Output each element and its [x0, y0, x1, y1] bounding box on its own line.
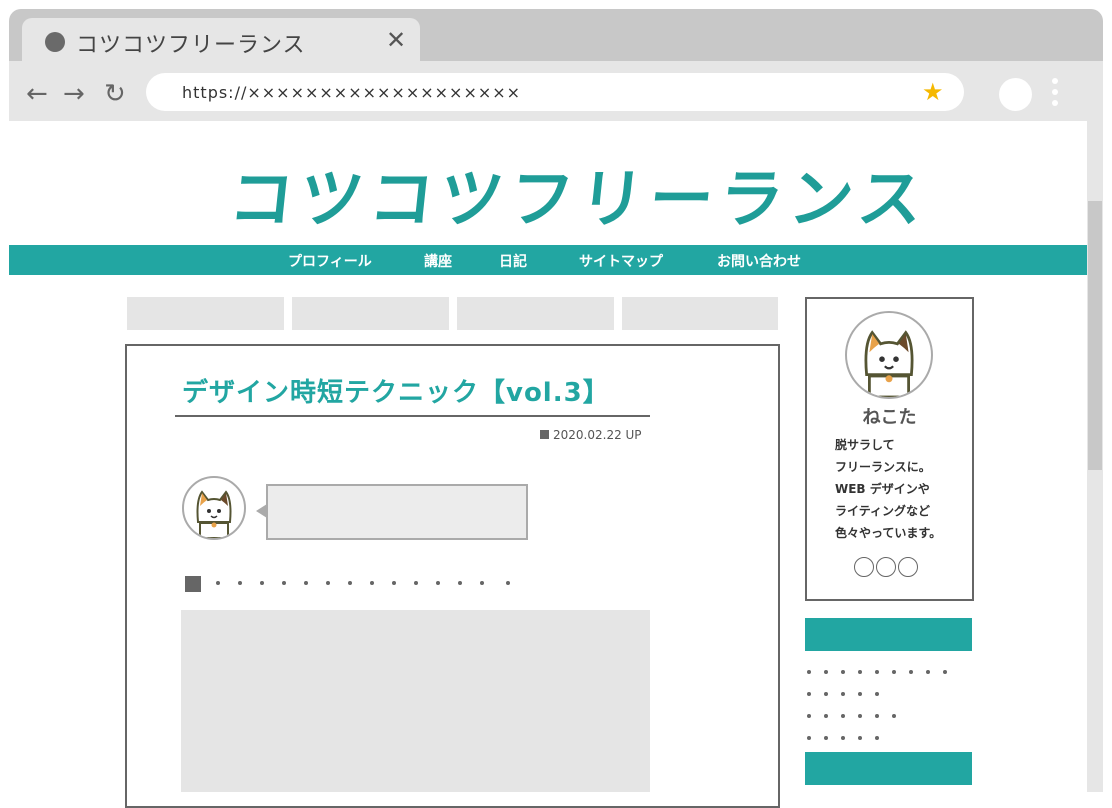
article-title: デザイン時短テクニック【vol.3】: [182, 378, 610, 408]
circle-icon[interactable]: [876, 557, 896, 577]
sidebar-dots-line: [807, 692, 887, 696]
forward-arrow-icon[interactable]: →: [63, 79, 85, 109]
nav-item-contact[interactable]: お問い合わせ: [717, 251, 801, 271]
circle-icon[interactable]: [854, 557, 874, 577]
article-image-placeholder: [181, 610, 650, 792]
cat-avatar-icon: [845, 311, 933, 399]
reload-icon[interactable]: ↻: [104, 79, 126, 109]
sidebar-dots-line: [807, 736, 887, 740]
nav-item-diary[interactable]: 日記: [499, 251, 527, 271]
sidebar-widget-header: [805, 752, 972, 785]
bio-line: 色々やっています。: [835, 526, 942, 540]
sidebar-widget-header: [805, 618, 972, 651]
profile-name: ねこた: [862, 407, 917, 428]
article-date: 2020.02.22 UP: [540, 428, 642, 442]
category-block[interactable]: [457, 297, 614, 330]
site-logo[interactable]: コツコツフリーランス: [225, 148, 933, 240]
category-block[interactable]: [292, 297, 449, 330]
cat-avatar-icon: [182, 476, 246, 540]
sidebar-dots-line: [807, 714, 907, 718]
profile-icon[interactable]: [999, 78, 1032, 111]
url-text: https://×××××××××××××××××××: [182, 83, 522, 102]
nav-item-sitemap[interactable]: サイトマップ: [579, 251, 663, 271]
tab-title: コツコツフリーランス: [76, 33, 306, 58]
global-nav: [9, 245, 1087, 275]
menu-kebab-icon[interactable]: [1052, 78, 1060, 111]
bio-line: フリーランスに。: [835, 460, 931, 474]
nav-item-profile[interactable]: プロフィール: [288, 251, 372, 271]
bookmark-star-icon[interactable]: ★: [922, 79, 944, 105]
circle-icon[interactable]: [898, 557, 918, 577]
back-arrow-icon[interactable]: ←: [26, 79, 48, 109]
scrollbar-thumb[interactable]: [1088, 201, 1102, 470]
category-block[interactable]: [127, 297, 284, 330]
sidebar-dots-line: [807, 670, 947, 674]
bio-line: WEB デザインや: [835, 482, 930, 496]
profile-bio: 脱サラして フリーランスに。 WEB デザインや ライティングなど 色々やってい…: [835, 434, 941, 544]
bio-line: ライティングなど: [835, 504, 931, 518]
bio-line: 脱サラして: [835, 438, 895, 452]
favicon-icon: [45, 32, 65, 52]
heading-dots: [216, 581, 516, 586]
title-underline: [175, 415, 650, 417]
social-links: [854, 557, 920, 581]
speech-bubble: [266, 484, 528, 540]
close-tab-icon[interactable]: ✕: [386, 26, 406, 54]
category-block[interactable]: [622, 297, 778, 330]
nav-item-course[interactable]: 講座: [424, 251, 452, 271]
heading-marker-icon: [185, 576, 201, 592]
